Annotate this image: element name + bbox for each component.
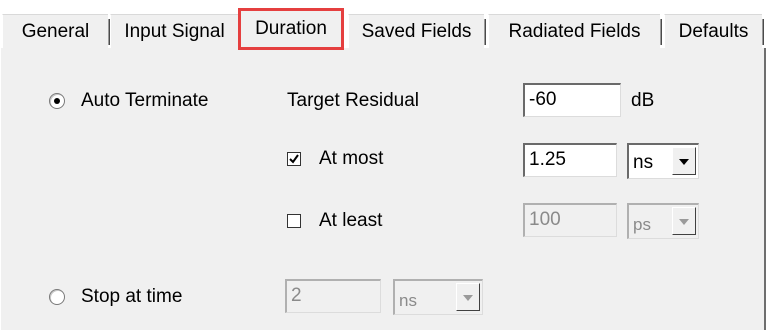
stop-at-time-unit-value: ns bbox=[399, 291, 417, 310]
stop-at-time-label: Stop at time bbox=[81, 286, 183, 307]
tab-duration-label: Duration bbox=[255, 18, 327, 39]
tab-radiated-fields[interactable]: Radiated Fields bbox=[488, 14, 662, 48]
dropdown-button[interactable] bbox=[672, 147, 696, 175]
at-most-input[interactable]: 1.25 bbox=[523, 143, 617, 177]
checkmark-icon bbox=[289, 154, 299, 164]
tab-separator bbox=[762, 19, 764, 45]
at-least-unit-value: ps bbox=[633, 215, 651, 234]
tab-saved-fields-label: Saved Fields bbox=[361, 21, 472, 42]
auto-terminate-label: Auto Terminate bbox=[81, 90, 209, 111]
at-most-unit-value: ns bbox=[633, 152, 654, 173]
tab-saved-fields[interactable]: Saved Fields bbox=[348, 14, 486, 48]
tab-input-signal[interactable]: Input Signal bbox=[110, 14, 240, 48]
tab-strip: General Input Signal Saved Fields Radiat… bbox=[0, 0, 783, 54]
at-most-label: At most bbox=[319, 148, 384, 169]
tab-separator bbox=[484, 19, 486, 45]
at-least-unit-dropdown[interactable]: ps bbox=[627, 203, 699, 239]
at-least-checkbox[interactable] bbox=[287, 214, 301, 228]
dropdown-button[interactable] bbox=[672, 207, 696, 235]
at-least-input[interactable]: 100 bbox=[523, 203, 617, 237]
radio-selected-dot bbox=[54, 98, 60, 104]
at-most-unit-dropdown[interactable]: ns bbox=[627, 143, 699, 179]
chevron-down-icon bbox=[679, 159, 689, 165]
stop-at-time-radio[interactable] bbox=[49, 289, 65, 305]
tab-general-label: General bbox=[21, 21, 90, 42]
tab-defaults[interactable]: Defaults bbox=[664, 14, 764, 48]
chevron-down-icon bbox=[679, 219, 689, 225]
at-most-checkbox[interactable] bbox=[287, 152, 301, 166]
stop-at-time-unit-dropdown[interactable]: ns bbox=[393, 279, 483, 315]
tab-duration[interactable]: Duration bbox=[238, 8, 344, 50]
duration-panel: Auto Terminate Target Residual -60 dB At… bbox=[0, 48, 766, 330]
target-residual-unit: dB bbox=[631, 90, 655, 111]
tab-separator bbox=[660, 19, 662, 45]
at-least-label: At least bbox=[319, 210, 383, 231]
tab-radiated-fields-label: Radiated Fields bbox=[508, 21, 641, 42]
auto-terminate-radio[interactable] bbox=[49, 93, 65, 109]
tab-general[interactable]: General bbox=[2, 14, 110, 48]
duration-settings-window: General Input Signal Saved Fields Radiat… bbox=[0, 0, 783, 330]
target-residual-label: Target Residual bbox=[287, 90, 420, 111]
tab-defaults-label: Defaults bbox=[678, 21, 749, 42]
dropdown-button[interactable] bbox=[456, 283, 480, 311]
tab-input-signal-label: Input Signal bbox=[124, 21, 225, 42]
stop-at-time-input[interactable]: 2 bbox=[285, 279, 381, 313]
target-residual-input[interactable]: -60 bbox=[523, 83, 621, 117]
chevron-down-icon bbox=[463, 295, 473, 301]
